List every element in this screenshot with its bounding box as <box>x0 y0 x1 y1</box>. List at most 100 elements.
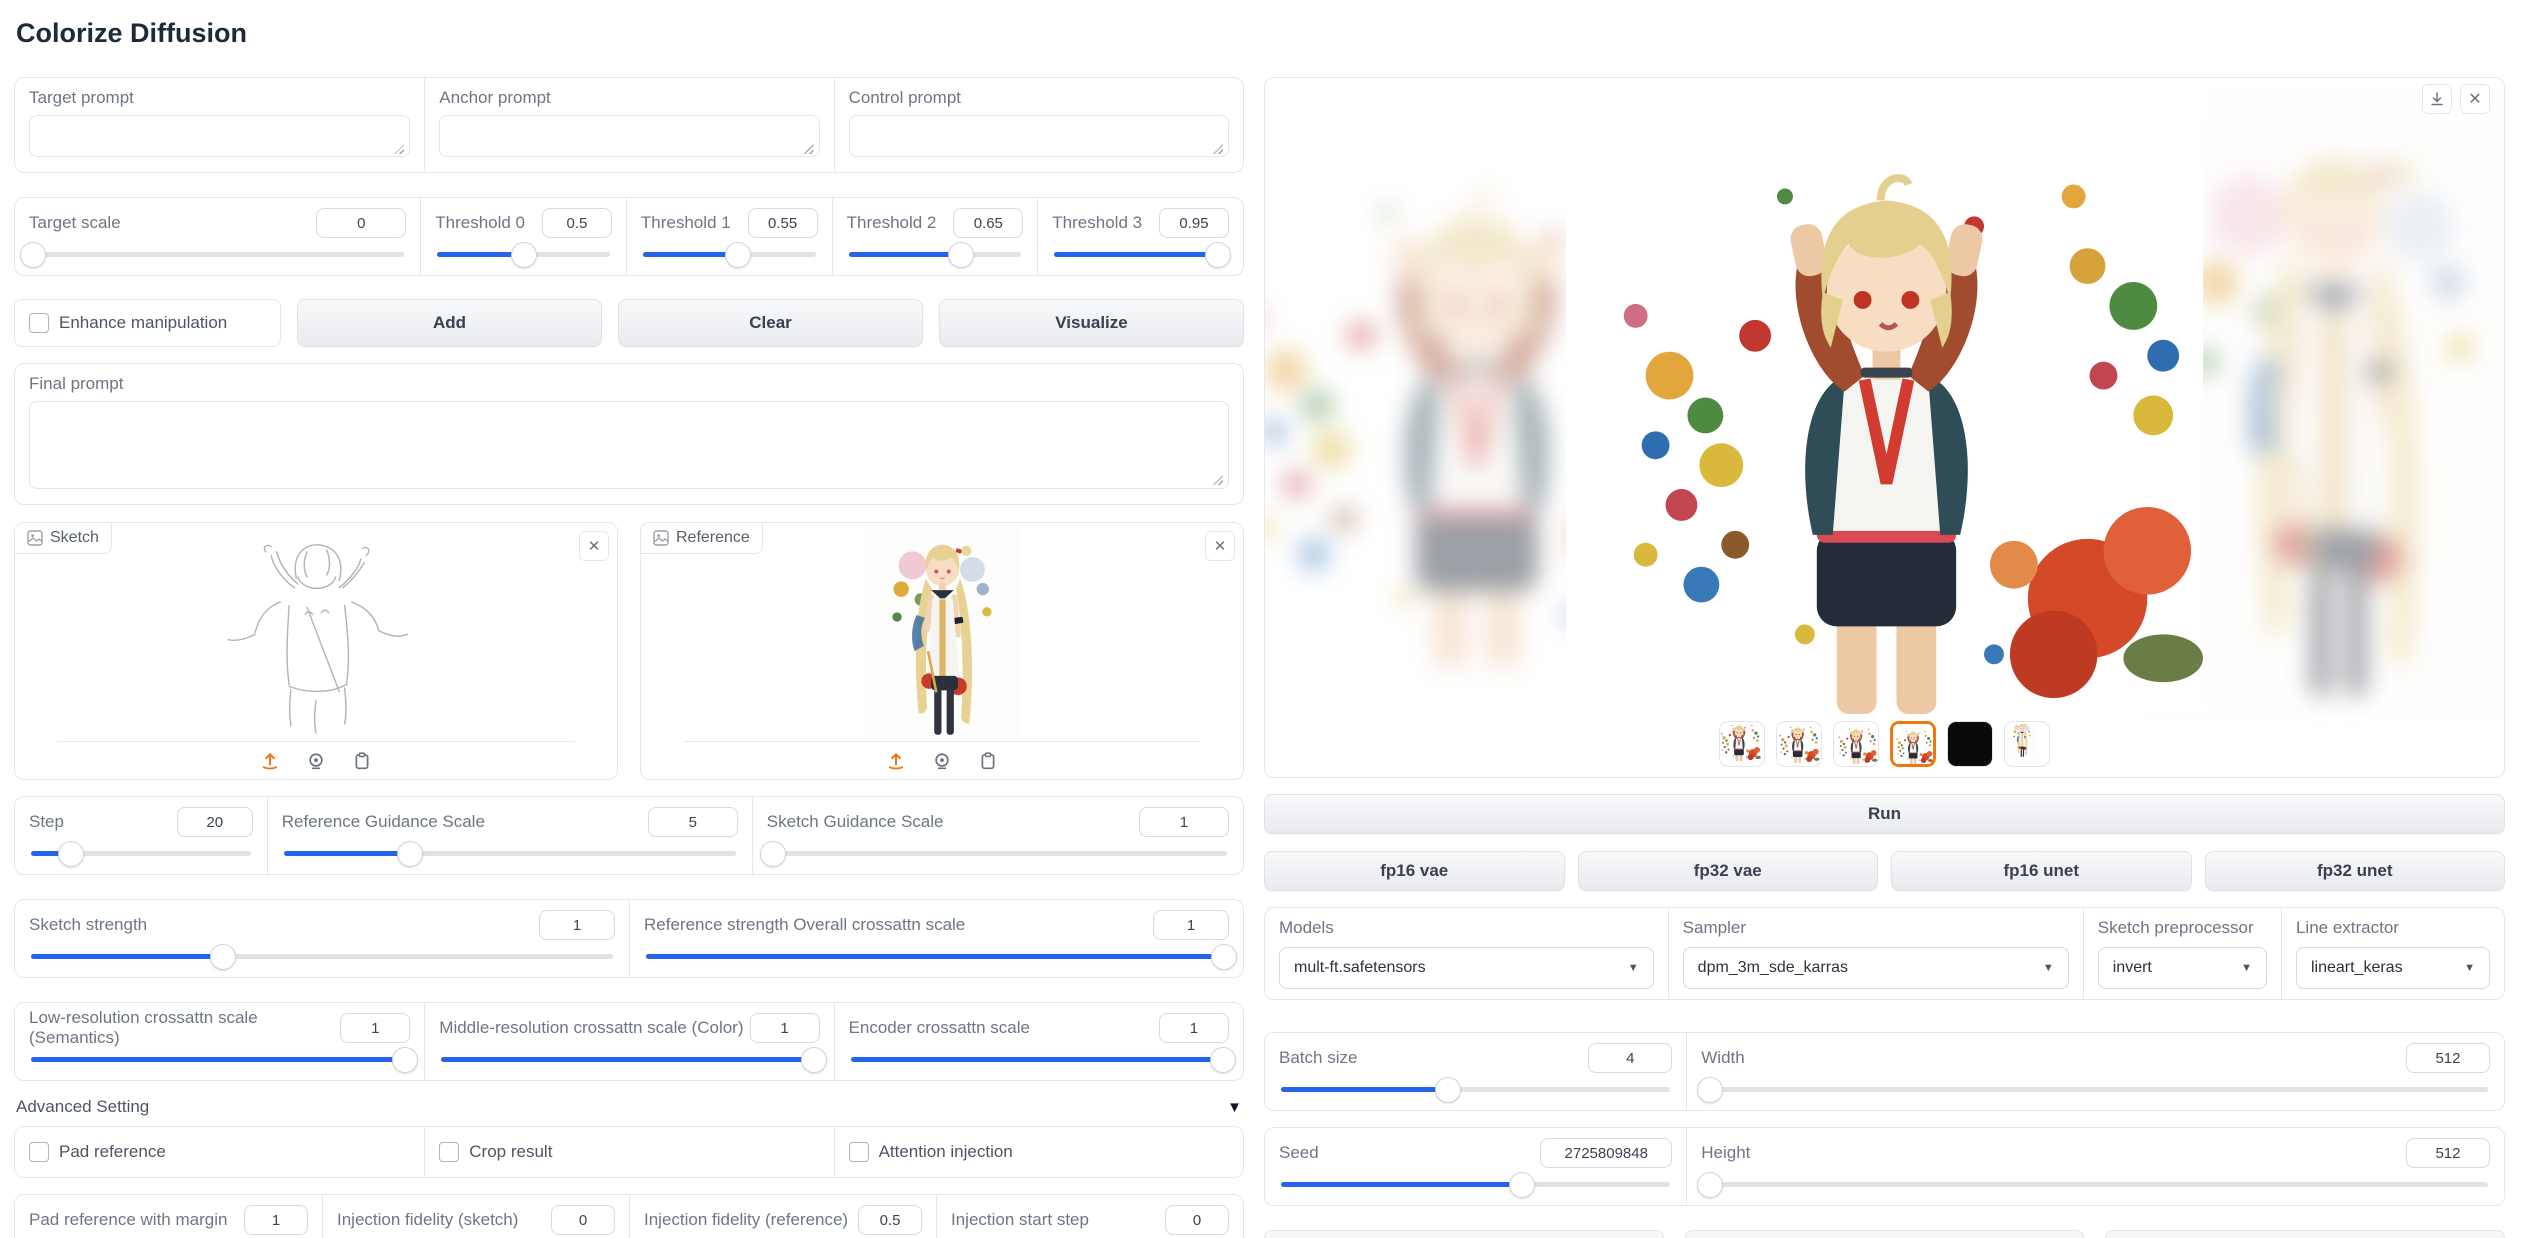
fp16-vae-button[interactable]: fp16 vae <box>1264 851 1565 891</box>
sketch-strength-slider[interactable] <box>31 954 613 959</box>
sketch-guidance-scale-input[interactable] <box>1139 807 1229 837</box>
encoder-crossattn-slider[interactable] <box>851 1057 1227 1062</box>
width-input[interactable] <box>2406 1043 2490 1073</box>
gallery-thumbnail-1[interactable] <box>1719 721 1765 767</box>
reference-clear-button[interactable]: ✕ <box>1205 531 1235 561</box>
threshold1-label: Threshold 1 <box>641 213 731 233</box>
enhance-manipulation-label: Enhance manipulation <box>59 313 227 333</box>
low-res-crossattn-block: Low-resolution crossattn scale (Semantic… <box>15 1003 424 1080</box>
anchor-prompt-input[interactable] <box>439 115 819 157</box>
update-checkpoints-button[interactable]: Update checkpoints <box>2105 1230 2505 1238</box>
upload-icon[interactable] <box>887 752 905 770</box>
gallery-thumbnail-4-selected[interactable] <box>1890 721 1936 767</box>
low-res-crossattn-input[interactable] <box>340 1013 410 1043</box>
crop-result-checkbox[interactable] <box>439 1142 459 1162</box>
batch-size-slider[interactable] <box>1281 1087 1670 1092</box>
reference-guidance-scale-input[interactable] <box>648 807 738 837</box>
step-value-input[interactable] <box>177 807 253 837</box>
injection-fidelity-sketch-input[interactable] <box>551 1205 615 1235</box>
line-extractor-dropdown[interactable]: lineart_keras ▼ <box>2296 947 2490 989</box>
enhance-manipulation-checkbox-row[interactable]: Enhance manipulation <box>15 300 280 346</box>
pad-reference-checkbox[interactable] <box>29 1142 49 1162</box>
app: Colorize Diffusion Target prompt Anchor … <box>0 0 2528 1238</box>
accordion-arrow-icon[interactable]: ▼ <box>1227 1099 1242 1116</box>
sampler-dropdown[interactable]: dpm_3m_sde_karras ▼ <box>1683 947 2069 989</box>
encoder-crossattn-input[interactable] <box>1159 1013 1229 1043</box>
threshold3-slider[interactable] <box>1054 252 1227 257</box>
threshold2-value-input[interactable] <box>953 208 1023 238</box>
threshold0-value-input[interactable] <box>542 208 612 238</box>
reference-image[interactable] <box>641 523 1243 741</box>
threshold1-slider[interactable] <box>643 252 816 257</box>
seed-label: Seed <box>1279 1143 1319 1163</box>
seed-slider[interactable] <box>1281 1182 1670 1187</box>
enhance-manipulation-checkbox[interactable] <box>29 313 49 333</box>
gallery-thumbnail-2[interactable] <box>1776 721 1822 767</box>
gallery-thumbnail-5[interactable] <box>1947 721 1993 767</box>
fp16-unet-button[interactable]: fp16 unet <box>1891 851 2192 891</box>
width-slider[interactable] <box>1703 1087 2488 1092</box>
pad-margin-input[interactable] <box>244 1205 308 1235</box>
reuse-seed-button[interactable]: Reuse seed <box>1264 1230 1664 1238</box>
run-button[interactable]: Run <box>1264 794 2505 834</box>
threshold0-slider[interactable] <box>437 252 610 257</box>
control-prompt-input[interactable] <box>849 115 1229 157</box>
gallery-thumbnail-6[interactable] <box>2004 721 2050 767</box>
sketch-guidance-scale-slider[interactable] <box>769 851 1227 856</box>
final-prompt-input[interactable] <box>29 401 1229 489</box>
target-scale-value-input[interactable] <box>316 208 406 238</box>
models-dropdown[interactable]: mult-ft.safetensors ▼ <box>1279 947 1654 989</box>
webcam-icon[interactable] <box>933 752 951 770</box>
injection-start-step-input[interactable] <box>1165 1205 1229 1235</box>
reference-strength-slider[interactable] <box>646 954 1227 959</box>
chevron-down-icon: ▼ <box>1628 962 1639 974</box>
attention-injection-checkbox-row[interactable]: Attention injection <box>834 1127 1243 1177</box>
sketch-preprocessor-dropdown[interactable]: invert ▼ <box>2098 947 2267 989</box>
threshold1-value-input[interactable] <box>748 208 818 238</box>
sketch-clear-button[interactable]: ✕ <box>579 531 609 561</box>
low-res-crossattn-slider[interactable] <box>31 1057 408 1062</box>
crop-result-checkbox-row[interactable]: Crop result <box>424 1127 833 1177</box>
fp32-vae-button[interactable]: fp32 vae <box>1578 851 1879 891</box>
upload-icon[interactable] <box>261 752 279 770</box>
close-gallery-button[interactable]: ✕ <box>2460 84 2490 114</box>
target-scale-slider-block: Target scale <box>15 198 420 275</box>
target-scale-label: Target scale <box>29 213 121 233</box>
reference-guidance-scale-slider[interactable] <box>284 851 736 856</box>
target-scale-slider[interactable] <box>31 252 404 257</box>
height-input[interactable] <box>2406 1138 2490 1168</box>
visualize-button[interactable]: Visualize <box>939 299 1244 347</box>
injection-fidelity-reference-input[interactable] <box>858 1205 922 1235</box>
enhance-manipulation-block: Enhance manipulation <box>14 299 281 347</box>
webcam-icon[interactable] <box>307 752 325 770</box>
gallery-thumbnail-3[interactable] <box>1833 721 1879 767</box>
fp32-unet-button[interactable]: fp32 unet <box>2205 851 2506 891</box>
seed-input[interactable] <box>1540 1138 1672 1168</box>
download-image-button[interactable] <box>2422 84 2452 114</box>
reference-strength-input[interactable] <box>1153 910 1229 940</box>
height-slider[interactable] <box>1703 1182 2488 1187</box>
batch-size-input[interactable] <box>1588 1043 1672 1073</box>
pad-reference-checkbox-row[interactable]: Pad reference <box>15 1127 424 1177</box>
add-button[interactable]: Add <box>297 299 602 347</box>
sketch-strength-input[interactable] <box>539 910 615 940</box>
advanced-checkbox-row: Pad reference Crop result Attention inje… <box>14 1126 1244 1178</box>
random-seed-button[interactable]: Random seed <box>1685 1230 2085 1238</box>
width-block: Width <box>1686 1033 2504 1110</box>
mid-res-crossattn-label: Middle-resolution crossattn scale (Color… <box>439 1018 743 1038</box>
target-prompt-input[interactable] <box>29 115 410 157</box>
sketch-image[interactable] <box>15 523 617 741</box>
paste-icon[interactable] <box>353 752 371 770</box>
step-slider[interactable] <box>31 851 251 856</box>
final-prompt-cell: Final prompt <box>15 364 1243 504</box>
clear-button[interactable]: Clear <box>618 299 923 347</box>
advanced-setting-header[interactable]: Advanced Setting ▼ <box>16 1097 1242 1117</box>
mid-res-crossattn-input[interactable] <box>750 1013 820 1043</box>
threshold2-slider[interactable] <box>849 252 1022 257</box>
threshold3-value-input[interactable] <box>1159 208 1229 238</box>
paste-icon[interactable] <box>979 752 997 770</box>
gallery-main-image[interactable] <box>1566 77 2203 714</box>
mid-res-crossattn-slider[interactable] <box>441 1057 817 1062</box>
attention-injection-checkbox[interactable] <box>849 1142 869 1162</box>
threshold2-label: Threshold 2 <box>847 213 937 233</box>
